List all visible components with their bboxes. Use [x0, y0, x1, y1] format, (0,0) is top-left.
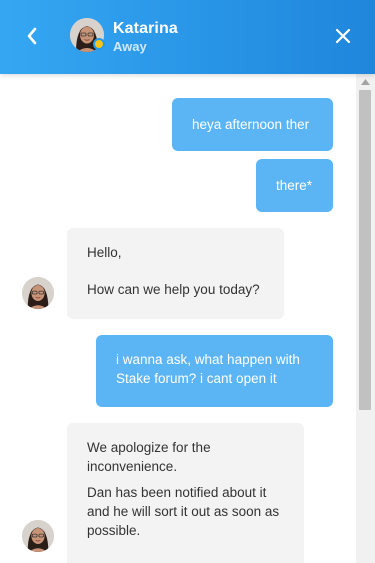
message-text: We apologize for the inconvenience.: [87, 440, 211, 474]
message-text: i wanna ask, what happen with Stake foru…: [116, 352, 300, 386]
message-text: there*: [276, 178, 313, 193]
message-text: heya afternoon ther: [192, 117, 310, 132]
close-button[interactable]: [331, 24, 355, 48]
close-icon: [335, 28, 351, 44]
message-text: How can we help you today?: [87, 282, 260, 297]
chat-widget: Katarina Away heya afternoon ther there*…: [0, 0, 375, 563]
agent-avatar: [70, 18, 105, 52]
scrollbar-thumb[interactable]: [359, 90, 371, 410]
agent-message: Hello, How can we help you today?: [67, 228, 284, 319]
scroll-up-arrow-icon[interactable]: [356, 76, 375, 88]
user-message: i wanna ask, what happen with Stake foru…: [96, 335, 333, 407]
agent-status: Away: [113, 39, 147, 54]
agent-name: Katarina: [113, 20, 178, 37]
chat-header: Katarina Away: [0, 0, 375, 74]
message-text: Dan has been notified about it and he wi…: [87, 485, 280, 538]
away-status-dot: [93, 38, 105, 50]
chevron-left-icon: [27, 27, 37, 45]
user-message: there*: [256, 159, 333, 212]
back-button[interactable]: [18, 22, 46, 50]
user-message: heya afternoon ther: [172, 98, 333, 151]
agent-avatar: [22, 520, 54, 552]
agent-message: We apologize for the inconvenience. Dan …: [67, 423, 304, 563]
message-list: heya afternoon ther there* Hello, How ca…: [0, 74, 356, 563]
scrollbar[interactable]: [356, 74, 375, 563]
agent-avatar: [22, 277, 54, 309]
message-text: Hello,: [87, 245, 122, 260]
